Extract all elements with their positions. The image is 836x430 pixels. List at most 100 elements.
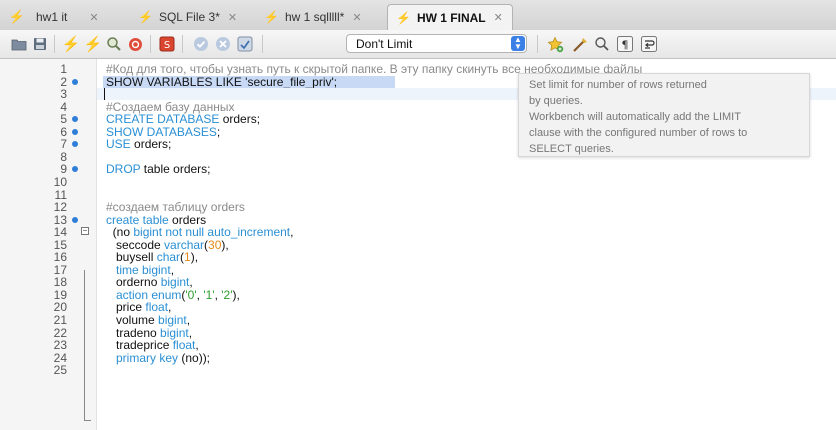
code-token: tradeprice [106, 338, 173, 352]
line-number: 25 [53, 363, 67, 377]
code-token: orders; [130, 137, 172, 151]
line-number: 20 [53, 300, 67, 314]
code-token: '2' [221, 288, 233, 302]
tab-label: hw 1 sqlllll* [284, 10, 345, 24]
explain-icon[interactable] [105, 35, 123, 53]
code-token: USE [106, 137, 131, 151]
tab-label: SQL File 3* [158, 10, 220, 24]
svg-text:S: S [164, 40, 170, 51]
open-folder-icon[interactable] [10, 35, 28, 53]
statement-marker-icon [72, 217, 78, 223]
code-token: , [186, 313, 191, 327]
line-number: 23 [53, 338, 67, 352]
code-token: orders; [219, 112, 261, 126]
code-line[interactable]: 10 [0, 176, 836, 188]
tab-hw1-sql[interactable]: ⚡ hw 1 sqlllll* ✕ [256, 4, 370, 30]
line-number: 14 [53, 225, 67, 239]
code-line[interactable]: 9 DROP table orders; [0, 163, 836, 175]
chevron-updown-icon: ▲ ▼ [511, 36, 525, 51]
find-icon[interactable] [593, 35, 611, 53]
tab-hw1-it[interactable]: hw1 it ✕ [28, 4, 107, 30]
tooltip-line: Workbench will automatically add the LIM… [529, 111, 741, 123]
code-token: , [189, 275, 193, 289]
code-text: buysell char(1), [106, 251, 198, 263]
code-text: #создаем таблицу orders [106, 201, 245, 213]
code-token: buysell [106, 250, 157, 264]
word-wrap-icon[interactable] [640, 35, 658, 53]
close-icon[interactable]: ✕ [494, 11, 503, 24]
code-text: DROP table orders; [106, 163, 211, 175]
code-line[interactable]: 12 #создаем таблицу orders [0, 201, 836, 213]
tooltip-line: SELECT queries. [529, 143, 614, 155]
close-icon[interactable]: ✕ [352, 11, 361, 24]
code-line[interactable]: 23 tradeprice float, [0, 339, 836, 351]
code-token: 1 [184, 250, 191, 264]
close-icon[interactable]: ✕ [228, 11, 237, 24]
limit-tooltip: Set limit for number of rows returned by… [518, 73, 810, 157]
line-number: 21 [53, 313, 67, 327]
code-token: ), [221, 238, 229, 252]
beautify-icon[interactable] [571, 35, 589, 53]
code-token: (no)); [178, 351, 211, 365]
fold-guide [84, 270, 85, 420]
add-snippet-icon[interactable] [546, 35, 564, 53]
execute-current-icon[interactable]: ⚡ [84, 35, 103, 53]
code-token: char [156, 250, 181, 264]
code-token: bigint [158, 313, 187, 327]
invisible-chars-icon[interactable]: ¶ [616, 35, 634, 53]
save-icon[interactable] [31, 35, 49, 53]
line-number: 12 [53, 200, 67, 214]
line-number: 9 [60, 162, 67, 176]
stop-icon[interactable] [126, 35, 144, 53]
code-token: (no [106, 225, 134, 239]
line-number: 1 [60, 62, 67, 76]
code-token: ), [232, 288, 240, 302]
statement-marker-icon [72, 166, 78, 172]
statement-marker-icon [72, 116, 78, 122]
code-line[interactable]: 18 orderno bigint, [0, 276, 836, 288]
rollback-icon[interactable] [214, 35, 232, 53]
code-line[interactable]: 25 [0, 364, 836, 376]
tooltip-line: by queries. [529, 95, 583, 107]
bolt-icon: ⚡ [8, 8, 26, 24]
tab-label: hw1 it [36, 10, 68, 24]
tab-sql-file-3[interactable]: ⚡ SQL File 3* ✕ [130, 4, 245, 30]
code-text: USE orders; [106, 138, 171, 150]
bolt-icon: ⚡ [264, 10, 279, 24]
line-number: 2 [60, 75, 67, 89]
code-token: , [195, 338, 199, 352]
code-token: volume [106, 313, 159, 327]
close-icon[interactable]: ✕ [89, 11, 98, 24]
code-token: #создаем таблицу orders [106, 200, 245, 214]
code-token: ), [190, 250, 199, 264]
code-text: price float, [106, 301, 171, 313]
code-token: bigint not null auto_increment [133, 225, 291, 239]
sql-toolbar: ⚡ ⚡ S Don't Limit ▲ ▼ ¶ [0, 30, 836, 59]
code-token: DROP [106, 162, 141, 176]
code-line[interactable]: 16 buysell char(1), [0, 251, 836, 263]
code-line[interactable]: 24 primary key (no)); [0, 352, 836, 364]
toggle-continue-on-error-icon[interactable]: S [158, 35, 176, 53]
execute-icon[interactable]: ⚡ [62, 35, 81, 53]
tooltip-line: clause with the configured number of row… [529, 127, 748, 139]
limit-rows-select[interactable]: Don't Limit ▲ ▼ [346, 34, 527, 53]
bolt-icon: ⚡ [138, 10, 153, 24]
code-token: orderno [106, 275, 161, 289]
svg-text:¶: ¶ [622, 39, 629, 52]
tab-hw1-final[interactable]: ⚡ HW 1 FINAL ✕ [387, 4, 513, 30]
code-token: primary key [106, 351, 179, 365]
statement-marker-icon [72, 79, 78, 85]
line-number: 4 [60, 100, 67, 114]
code-line[interactable]: 20 price float, [0, 301, 836, 313]
line-number: 16 [53, 250, 67, 264]
autocommit-icon[interactable] [236, 35, 254, 53]
code-text: orderno bigint, [106, 276, 193, 288]
line-number: 5 [60, 112, 67, 126]
tab-label: HW 1 FINAL [416, 10, 486, 25]
commit-icon[interactable] [192, 35, 210, 53]
code-line[interactable]: 14 − (no bigint not null auto_increment, [0, 226, 836, 238]
fold-toggle-icon[interactable]: − [81, 227, 89, 235]
code-text: SHOW VARIABLES LIKE 'secure_file_priv'; [106, 76, 337, 88]
code-line[interactable]: 21 volume bigint, [0, 314, 836, 326]
code-token: '1' [203, 288, 215, 302]
